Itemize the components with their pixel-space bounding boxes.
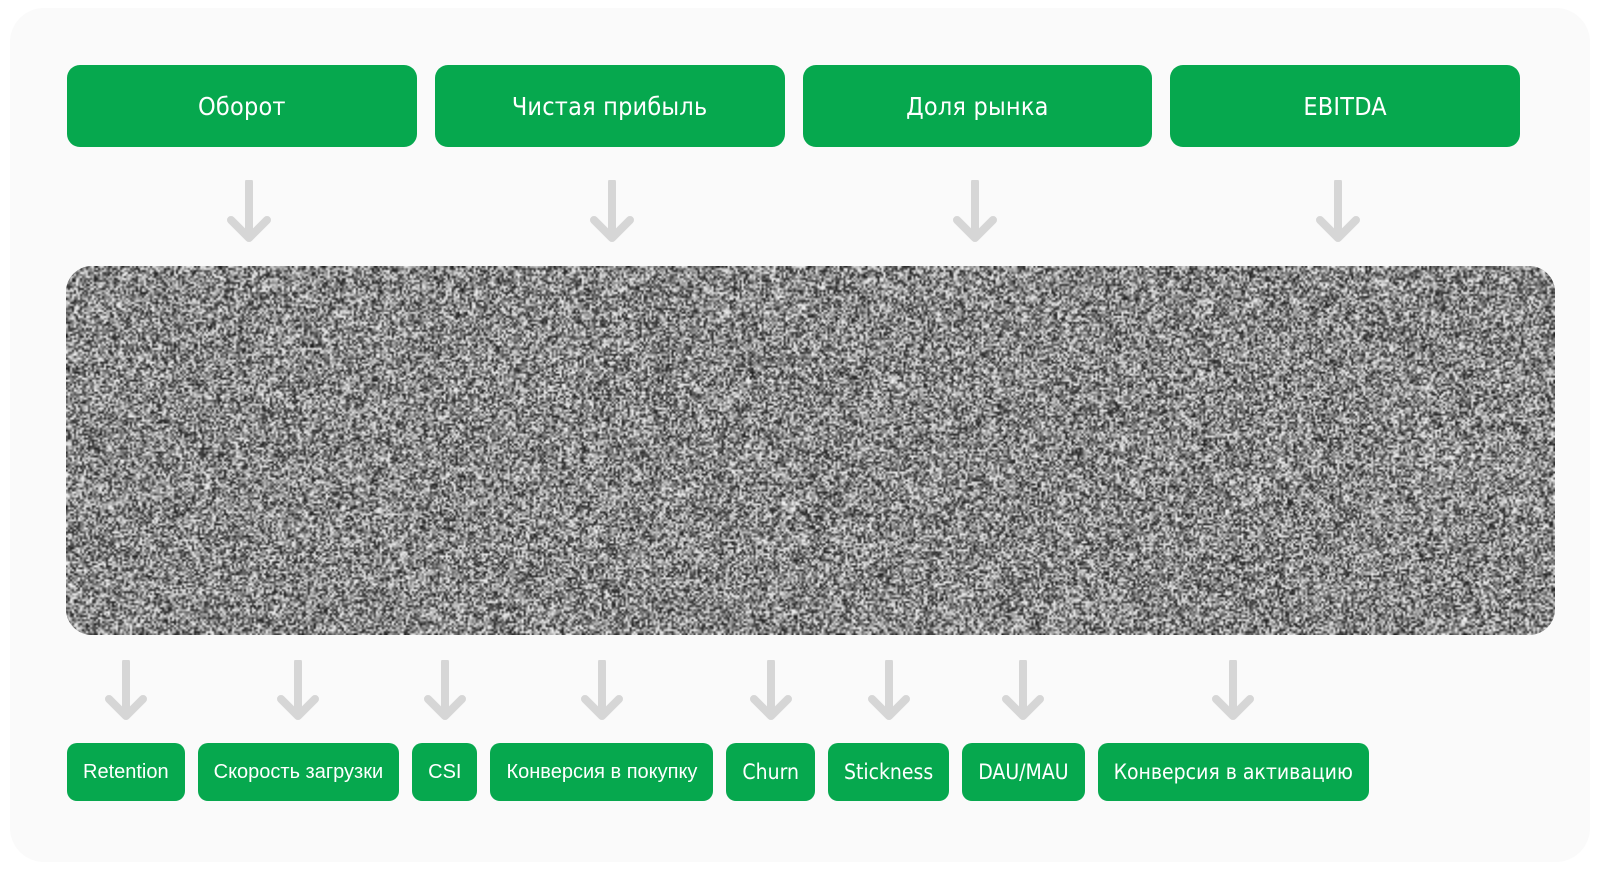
arrow-down-icon — [867, 660, 910, 720]
arrow-down-icon — [1002, 660, 1045, 720]
arrow-down-icon — [580, 660, 623, 720]
noise-texture — [66, 266, 1555, 635]
bottom-arrow-cell-7 — [962, 660, 1084, 722]
bottom-arrow-cell-8 — [1098, 660, 1369, 722]
business-metrics-row: Оборот Чистая прибыль Доля рынка EBITDA — [67, 65, 1520, 147]
product-metrics-row: Retention Скорость загрузки CSI Конверси… — [67, 743, 1520, 801]
arrow-down-icon — [749, 660, 792, 720]
metric-pill-churn[interactable]: Churn — [726, 743, 815, 801]
arrow-down-icon — [953, 180, 998, 242]
metric-pill-stickness[interactable]: Stickness — [827, 743, 950, 801]
top-arrow-cell-3 — [794, 180, 1157, 246]
metric-pill-label: Чистая прибыль — [511, 91, 708, 121]
metric-pill-csi[interactable]: CSI — [412, 743, 478, 801]
metric-pill-label: Retention — [83, 760, 169, 783]
metric-pill-dolya-rynka[interactable]: Доля рынка — [802, 65, 1153, 147]
bottom-arrow-cell-6 — [828, 660, 949, 722]
metric-pill-label: Stickness — [843, 760, 934, 784]
metric-pill-label: Скорость загрузки — [213, 760, 384, 783]
top-arrow-cell-1 — [67, 180, 430, 246]
metric-pill-label: Churn — [742, 760, 799, 784]
metric-pill-konversiya-v-aktivatsiyu[interactable]: Конверсия в активацию — [1097, 743, 1369, 801]
arrow-down-icon — [423, 660, 466, 720]
metric-pill-label: Конверсия в покупку — [506, 760, 698, 783]
metric-pill-konversiya-v-pokupku[interactable]: Конверсия в покупку — [490, 743, 714, 801]
top-arrow-cell-2 — [430, 180, 793, 246]
redacted-content-panel — [66, 266, 1555, 635]
top-arrow-cell-4 — [1157, 180, 1520, 246]
arrow-down-icon — [226, 180, 271, 242]
metric-pill-dau-mau[interactable]: DAU/MAU — [962, 743, 1085, 801]
metric-pill-label: EBITDA — [1303, 91, 1387, 121]
bottom-arrow-row — [67, 660, 1520, 724]
bottom-arrow-cell-5 — [726, 660, 815, 722]
arrow-down-icon — [277, 660, 320, 720]
metric-pill-label: Оборот — [198, 91, 286, 121]
metric-pill-label: DAU/MAU — [978, 760, 1069, 784]
top-arrow-row — [67, 180, 1520, 246]
metric-pill-skorost-zagruzki[interactable]: Скорость загрузки — [197, 743, 400, 801]
bottom-arrow-cell-4 — [490, 660, 713, 722]
metric-pill-label: Доля рынка — [906, 91, 1049, 121]
metric-pill-oborot[interactable]: Оборот — [67, 65, 417, 147]
metric-pill-label: Конверсия в активацию — [1113, 760, 1353, 784]
bottom-arrow-cell-1 — [67, 660, 185, 722]
metric-pill-ebitda[interactable]: EBITDA — [1170, 65, 1520, 147]
arrow-down-icon — [589, 180, 634, 242]
arrow-down-icon — [104, 660, 147, 720]
arrow-down-icon — [1316, 180, 1361, 242]
bottom-arrow-cell-3 — [412, 660, 477, 722]
metric-pill-retention[interactable]: Retention — [67, 743, 185, 801]
bottom-arrow-cell-2 — [198, 660, 400, 722]
metric-pill-label: CSI — [428, 760, 462, 783]
diagram-card: Оборот Чистая прибыль Доля рынка EBITDA — [10, 8, 1590, 862]
metric-pill-chistaya-pribyl[interactable]: Чистая прибыль — [434, 65, 785, 147]
arrow-down-icon — [1212, 660, 1255, 720]
